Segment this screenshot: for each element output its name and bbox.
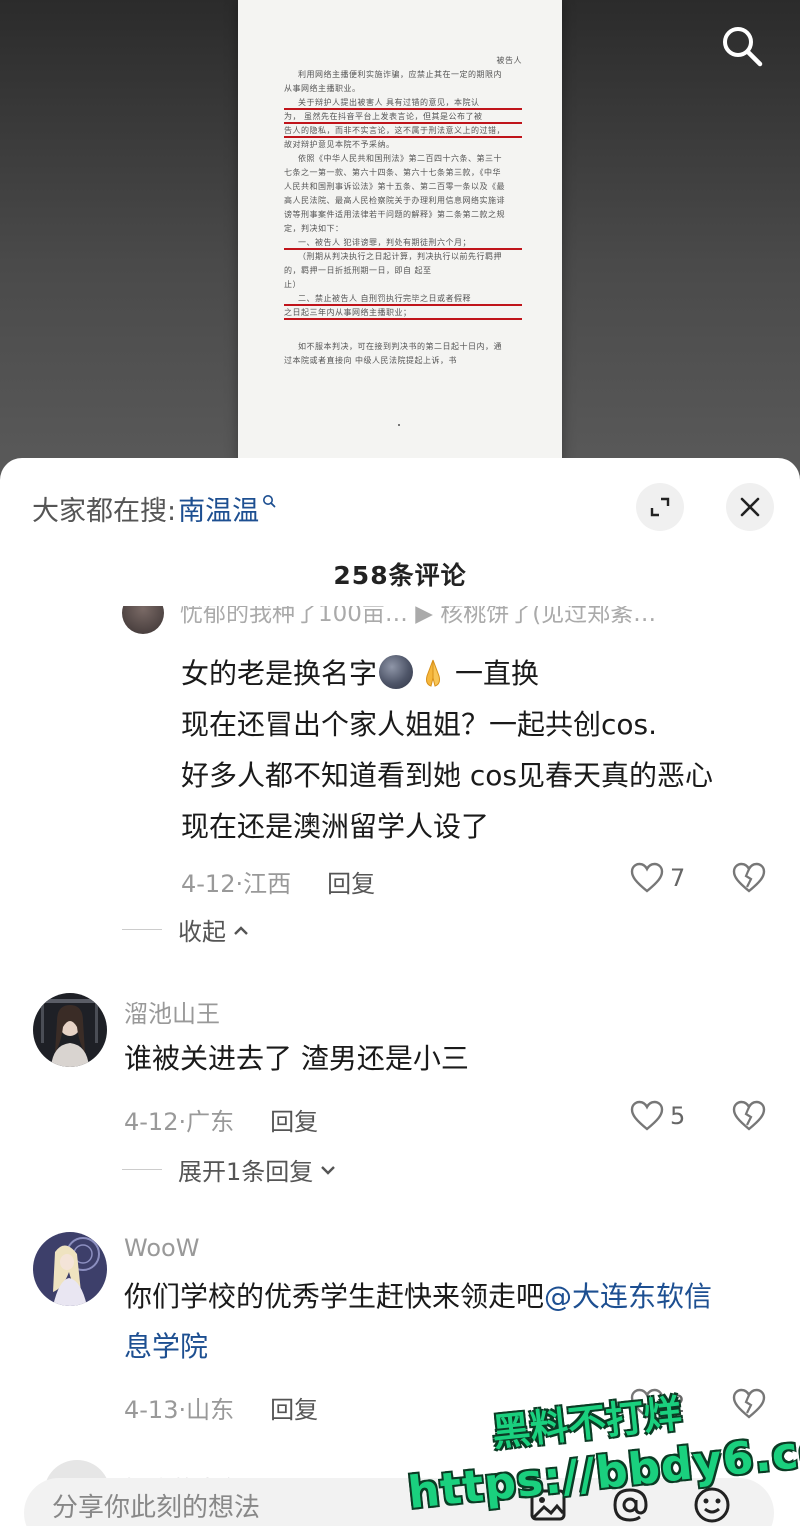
image-picker-button[interactable] [528, 1485, 568, 1525]
doc-line: 利用网络主播便利实施诈骗，应禁止其在一定的期限内 [298, 70, 502, 79]
at-sign-icon [613, 1488, 648, 1522]
comment-meta-row: 4-12·广东 回复 [124, 1102, 318, 1137]
doc-line: 七条之一第一款、第六十四条、第六十七条第三款，《中华 [284, 168, 501, 177]
doc-line: 从事网络主播职业。 [284, 84, 361, 93]
broken-heart-icon [732, 1388, 766, 1419]
reply-date-location: 4-12·江西 [181, 870, 292, 898]
comment-input-bar[interactable]: 分享你此刻的想法 [24, 1478, 774, 1526]
broken-heart-icon [732, 862, 766, 893]
hot-search-bar[interactable]: 大家都在搜: 南温温 [32, 488, 276, 528]
search-icon [723, 27, 763, 67]
heart-icon [630, 1100, 664, 1131]
comment-text: 你们学校的优秀学生赶快来领走吧@大连东软信 息学院 [124, 1280, 713, 1363]
collapse-label: 收起 [178, 918, 226, 946]
praying-hands-emoji-icon [415, 654, 451, 690]
reply-meta-row: 4-12·江西 回复 [181, 864, 375, 899]
reply-button[interactable]: 回复 [270, 1390, 318, 1425]
close-button[interactable] [726, 483, 774, 531]
comment-meta-row: 4-13·山东 回复 [124, 1390, 318, 1425]
doc-line: 止） [284, 280, 301, 289]
reply-line: 现在还冒出个家人姐姐？一起共创cos. [181, 708, 658, 741]
doc-line: （刑期从判决执行之日起计算，判决执行以前先行羁押 [298, 252, 502, 261]
moon-face-emoji-icon [379, 655, 414, 689]
avatar[interactable] [122, 606, 164, 634]
reply-author-meta[interactable]: 忧郁的我种了100亩… ▶ 核桃饼了(见过郑紊… [180, 606, 656, 628]
emoji-button[interactable] [692, 1485, 732, 1525]
chevron-up-icon [232, 924, 250, 936]
expand-replies-button[interactable]: 展开1条回复 [122, 1152, 337, 1187]
reply-button[interactable]: 回复 [270, 1102, 318, 1137]
search-small-icon [262, 494, 276, 508]
like-count: 5 [670, 1102, 686, 1130]
reply-line: 现在还是澳洲留学人设了 [181, 810, 490, 843]
mention-link[interactable]: 息学院 [124, 1330, 208, 1363]
like-button[interactable]: 2 [630, 1388, 685, 1420]
hot-search-prefix: 大家都在搜: [32, 495, 177, 527]
expand-replies-label: 展开1条回复 [178, 1158, 314, 1186]
image-icon [530, 1489, 566, 1521]
like-button[interactable]: 7 [630, 862, 685, 894]
chevron-down-icon [319, 1164, 337, 1176]
hot-search-keyword[interactable]: 南温温 [178, 489, 259, 528]
comment-author[interactable]: 溜池山王 [124, 994, 220, 1029]
doc-line: 之日起三年内从事网络主播职业； [284, 306, 522, 320]
like-button[interactable]: 5 [630, 1100, 685, 1132]
reply-header: 忧郁的我种了100亩… ▶ 核桃饼了(见过郑紊… [122, 606, 782, 636]
reply-button[interactable]: 回复 [327, 864, 375, 899]
smiley-face-icon [694, 1487, 730, 1523]
heart-icon [630, 1388, 664, 1419]
avatar[interactable] [33, 1232, 107, 1306]
like-count: 2 [670, 1390, 686, 1418]
doc-line: 人民共和国刑事诉讼法》第十五条、第二百零一条以及《最 [284, 182, 505, 191]
expand-button[interactable] [636, 483, 684, 531]
doc-line: 过本院或者直接向 中级人民法院提起上诉，书 [284, 356, 458, 365]
expand-icon [650, 497, 670, 517]
doc-line: 一、被告人 犯诽谤罪，判处有期徒刑六个月； [284, 236, 522, 250]
reply-line: 女的老是换名字 一直换 [181, 648, 781, 699]
doc-line: 谤等刑事案件适用法律若干问题的解释》第二条第二款之规 [284, 210, 505, 219]
dislike-button[interactable] [732, 1100, 766, 1136]
doc-dot [398, 424, 400, 426]
judgment-document-image: 被告人 利用网络主播便利实施诈骗，应禁止其在一定的期限内 从事网络主播职业。 关… [238, 0, 562, 480]
video-document-view[interactable]: 被告人 利用网络主播便利实施诈骗，应禁止其在一定的期限内 从事网络主播职业。 关… [0, 0, 800, 480]
comment-count-title: 258条评论 [333, 561, 467, 590]
comment-date-location: 4-13·山东 [124, 1396, 235, 1424]
collapse-replies-button[interactable]: 收起 [122, 912, 250, 947]
comment-text: 谁被关进去了 渣男还是小三 [124, 1042, 469, 1075]
close-icon [740, 497, 760, 517]
doc-line: 定，判决如下： [284, 224, 344, 233]
doc-line: 的，羁押一日折抵刑期一日，即自 起至 [284, 266, 432, 275]
comment-author[interactable]: WooW [124, 1234, 199, 1262]
doc-line: 被告人 [496, 56, 522, 65]
doc-line: 依照《中华人民共和国刑法》第二百四十六条、第三十 [298, 154, 502, 163]
comment-input[interactable]: 分享你此刻的想法 [52, 1487, 528, 1524]
doc-line: 如不服本判决，可在接到判决书的第二日起十日内，通 [298, 342, 502, 351]
doc-line: 高人民法院、最高人民检察院关于办理利用信息网络实施诽 [284, 196, 505, 205]
mention-button[interactable] [610, 1485, 650, 1525]
doc-line: 关于辩护人提出被害人 具有过错的意见，本院认 [284, 96, 522, 110]
doc-line: 为， 虽然先在抖音平台上发表言论，但其是公布了被 [284, 110, 522, 124]
divider-line [122, 1169, 162, 1170]
doc-line: 二、禁止被告人 自刑罚执行完毕之日或者假释 [284, 292, 522, 306]
broken-heart-icon [732, 1100, 766, 1131]
reply-line: 好多人都不知道看到她 cos见春天真的恶心 [181, 759, 714, 792]
like-count: 7 [670, 864, 686, 892]
comments-sheet: 大家都在搜: 南温温 258条评论 忧郁的我种了100亩… ▶ 核桃饼了(见过郑… [0, 458, 800, 1526]
doc-line: 告人的隐私，而非不实言论，这不属于刑法意义上的过错， [284, 124, 522, 138]
comment-date-location: 4-12·广东 [124, 1108, 235, 1136]
dislike-button[interactable] [732, 1388, 766, 1424]
comment-list[interactable]: 忧郁的我种了100亩… ▶ 核桃饼了(见过郑紊… 女的老是换名字 一直换 现在还冒… [0, 606, 800, 1468]
reply-text: 女的老是换名字 一直换 现在还冒出个家人姐姐？一起共创cos. 好多人都不知道看到… [181, 648, 781, 852]
doc-line: 故对辩护意见本院不予采纳。 [284, 140, 395, 149]
heart-icon [630, 862, 664, 893]
dislike-button[interactable] [732, 862, 766, 898]
mention-link[interactable]: @大连东软信 [544, 1280, 712, 1313]
search-button[interactable] [716, 20, 768, 72]
avatar[interactable] [33, 993, 107, 1067]
divider-line [122, 929, 162, 930]
